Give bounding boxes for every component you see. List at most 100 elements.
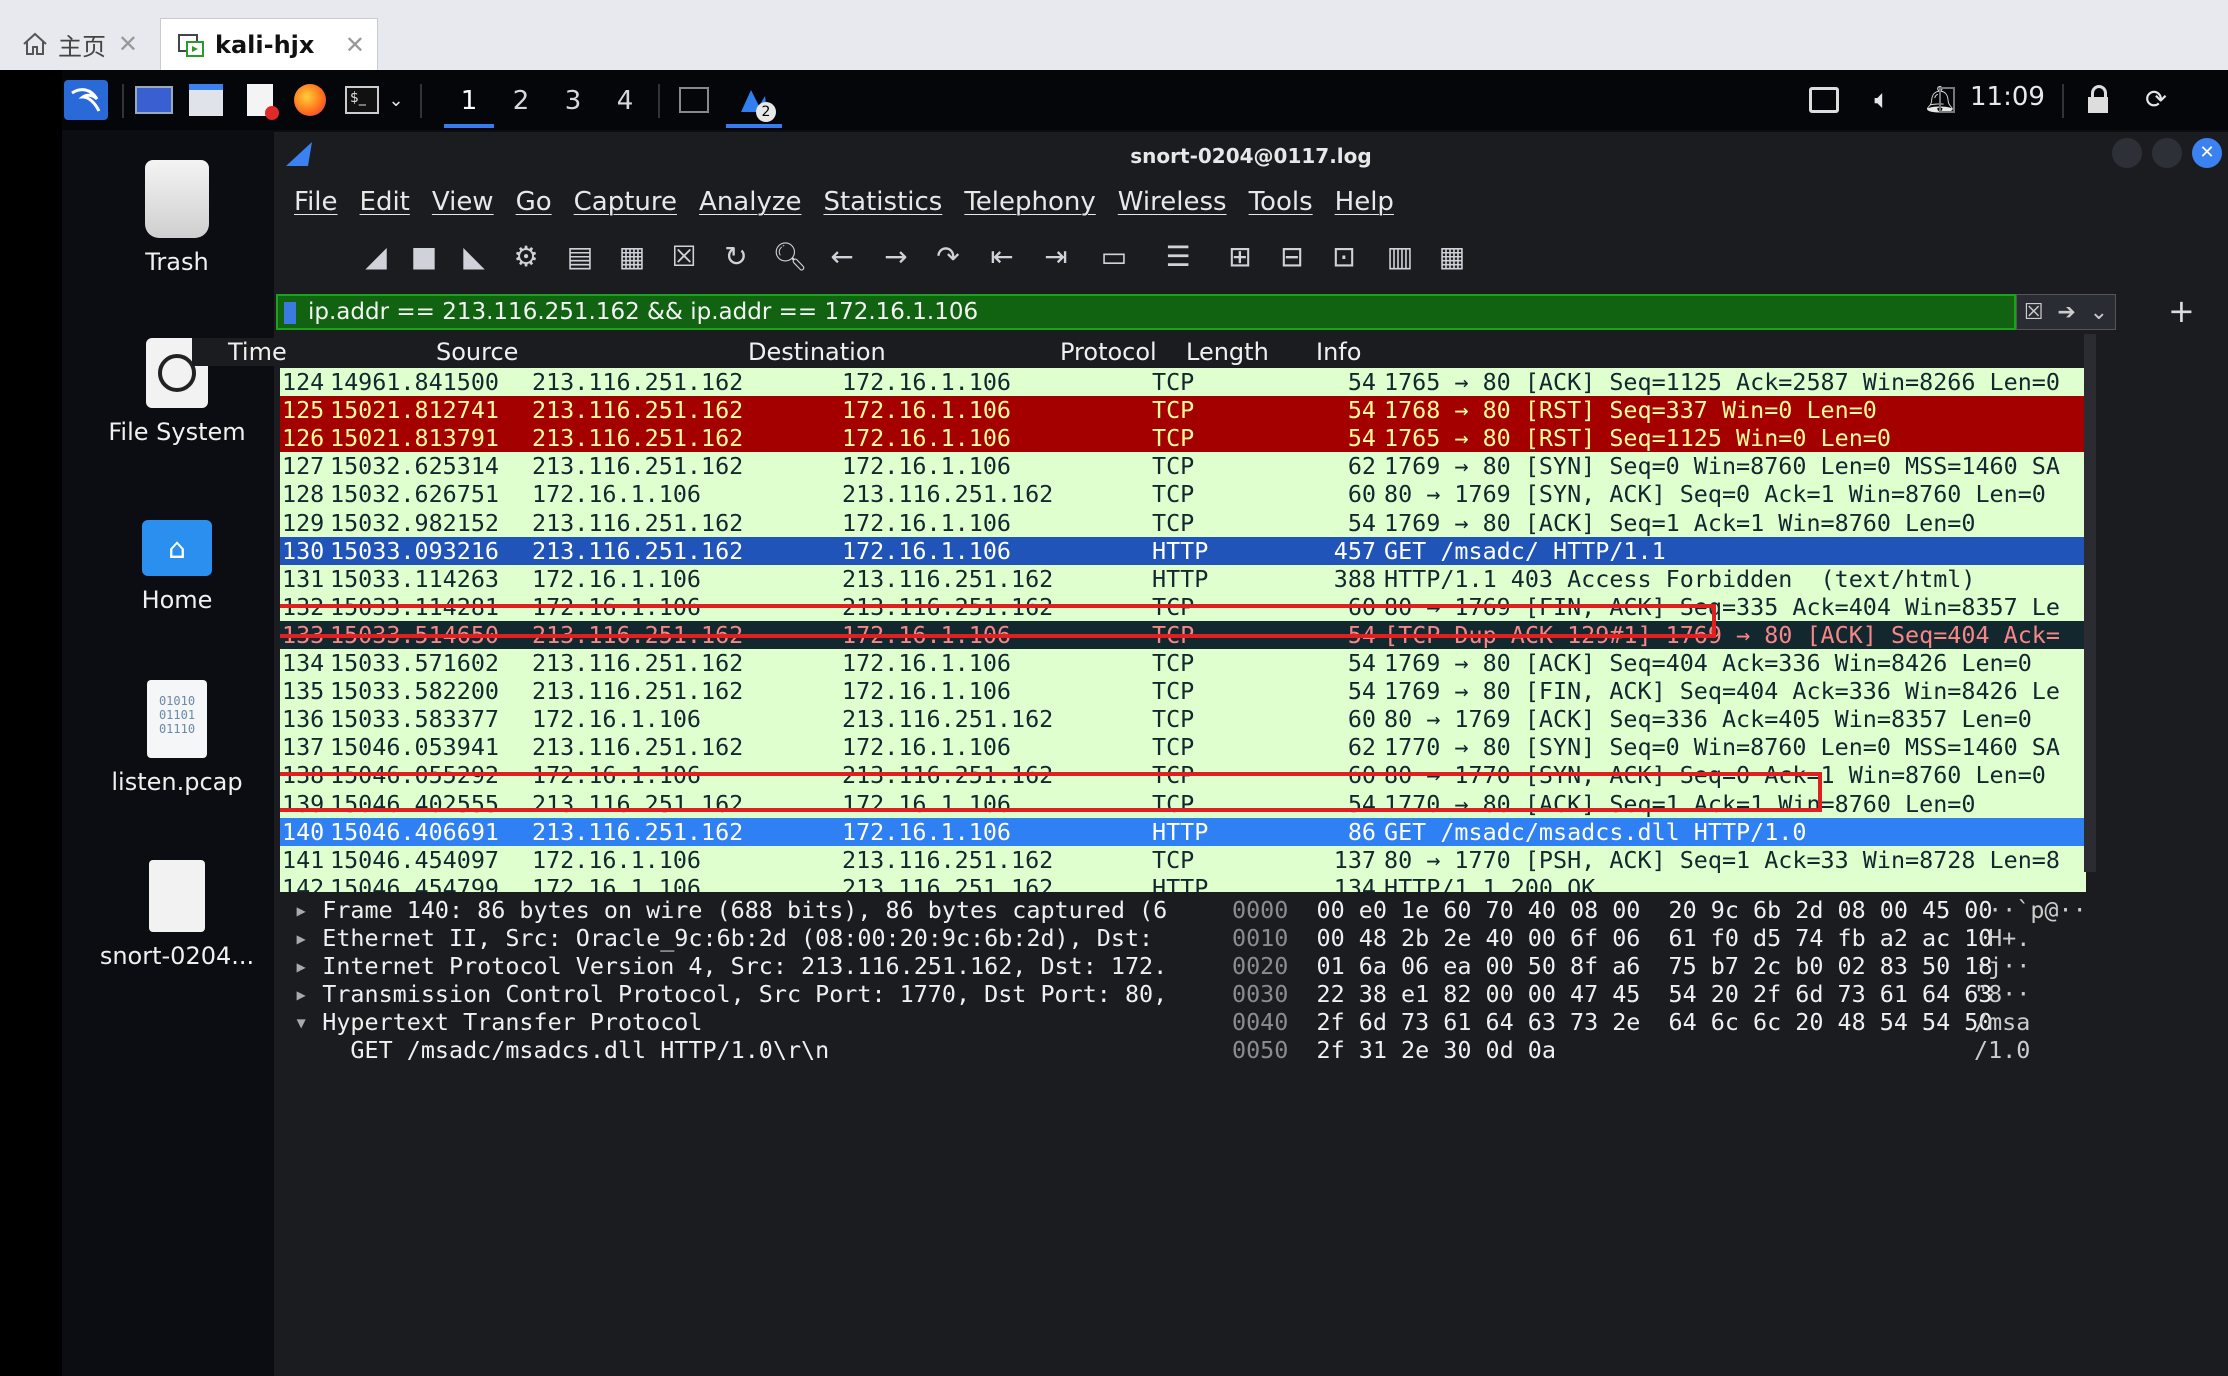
packet-row[interactable]: 126 15021.813791 213.116.251.162 172.16.1.1… [280,424,2086,453]
minimize-button[interactable] [2112,138,2142,168]
workspace-1[interactable]: 1 [444,78,494,128]
packet-list[interactable]: 124 14961.841500 213.116.251.162 172.16.1.1… [280,368,2086,892]
menu-edit[interactable]: Edit [360,187,410,217]
desktop-icon-trash[interactable]: Trash [92,160,262,276]
workspace-4[interactable]: 4 [600,78,650,124]
chevron-down-icon[interactable]: ⌄ [384,80,408,120]
last-packet-icon[interactable]: ⇥ [1034,234,1078,278]
desktop-icon-snort-log[interactable]: snort-0204... [92,860,262,970]
wireshark-task-icon[interactable]: 2 [726,78,782,128]
auto-scroll-icon[interactable]: ▭ [1092,234,1136,278]
packet-row[interactable]: 135 15033.582200 213.116.251.162 172.16.1.1… [280,677,2086,705]
menu-wireless[interactable]: Wireless [1118,187,1227,217]
clear-filter-icon[interactable]: ☒ [2024,300,2044,325]
chevron-down-icon[interactable]: ▾ [280,1008,322,1036]
kali-menu-icon[interactable] [64,80,108,120]
bytes-ascii[interactable]: /1.0 [1974,1036,2030,1064]
column-protocol[interactable]: Protocol [1060,338,1157,366]
first-packet-icon[interactable]: ⇤ [980,234,1024,278]
desktop-icon[interactable] [134,80,174,120]
chevron-down-icon[interactable]: ⌄ [2090,300,2108,325]
close-icon[interactable]: ✕ [345,31,365,59]
detail-row[interactable]: ▾ Hypertext Transfer Protocol [280,1008,702,1036]
menu-go[interactable]: Go [516,187,552,217]
bytes-hex[interactable]: 00 48 2b 2e 40 00 6f 06 61 f0 d5 74 fb a… [1317,924,1993,952]
chevron-right-icon[interactable]: ▸ [280,896,322,924]
workspace-2[interactable]: 2 [496,78,546,124]
bytes-ascii[interactable]: ···`p@·· [1974,896,2087,924]
capture-options-icon[interactable]: ⚙ [504,234,548,278]
menu-statistics[interactable]: Statistics [823,187,942,217]
detail-row[interactable]: ▸ Ethernet II, Src: Oracle_9c:6b:2d (08:… [280,924,1167,952]
workspace-3[interactable]: 3 [548,78,598,124]
lock-icon[interactable] [2078,80,2118,120]
normal-size-icon[interactable]: ⊡ [1322,234,1366,278]
bytes-hex[interactable]: 01 6a 06 ea 00 50 8f a6 75 b7 2c b0 02 8… [1317,952,1993,980]
packet-row[interactable]: 134 15033.571602 213.116.251.162 172.16.1.1… [280,649,2086,677]
close-button[interactable]: ✕ [2192,138,2222,168]
packet-row[interactable]: 136 15033.583377 172.16.1.106 213.116.251.1… [280,705,2086,733]
window-list-icon[interactable] [674,80,714,120]
bookmark-icon[interactable] [284,302,296,324]
bytes-ascii[interactable]: /msa [1974,1008,2030,1036]
vm-tab-home[interactable]: 主页 ✕ [6,18,150,70]
menu-tools[interactable]: Tools [1249,187,1313,217]
packet-row[interactable]: 128 15032.626751 172.16.1.106 213.116.251.1… [280,480,2086,508]
packet-row[interactable]: 130 15033.093216 213.116.251.162 172.16.1.1… [280,536,2086,565]
packet-row[interactable]: 142 15046.454799 172.16.1.106 213.116.251.1… [280,874,2086,892]
display-filter-input[interactable]: ip.addr == 213.116.251.162 && ip.addr ==… [276,294,2016,330]
open-file-icon[interactable]: ▤ [558,234,602,278]
detail-row[interactable]: GET /msadc/msadcs.dll HTTP/1.0\r\n [280,1036,829,1064]
bytes-ascii[interactable]: ·j·· [1974,952,2030,980]
packet-row[interactable]: 140 15046.406691 213.116.251.162 172.16.1.1… [280,817,2086,846]
stop-capture-icon[interactable]: ■ [402,234,446,278]
packet-row[interactable]: 137 15046.053941 213.116.251.162 172.16.1.1… [280,733,2086,761]
column-time[interactable]: Time [228,338,287,366]
chevron-right-icon[interactable] [280,1036,322,1064]
go-forward-icon[interactable]: → [874,234,918,278]
menu-analyze[interactable]: Analyze [699,187,801,217]
desktop-icon-listen-pcap[interactable]: 01010 01101 01110 listen.pcap [92,680,262,796]
chevron-right-icon[interactable]: ▸ [280,980,322,1008]
packet-list-scrollbar[interactable] [2084,334,2096,872]
packet-row[interactable]: 127 15032.625314 213.116.251.162 172.16.1.1… [280,452,2086,480]
find-packet-icon[interactable]: 🔍︎ [768,234,812,278]
packet-row[interactable]: 124 14961.841500 213.116.251.162 172.16.1.1… [280,368,2086,396]
bytes-ascii[interactable]: "8·· [1974,980,2030,1008]
reload-file-icon[interactable]: ↻ [714,234,758,278]
bytes-hex[interactable]: 00 e0 1e 60 70 40 08 00 20 9c 6b 2d 08 0… [1317,896,1993,924]
menu-file[interactable]: File [294,187,338,217]
column-length[interactable]: Length [1186,338,1269,366]
logout-icon[interactable]: ⟳ [2136,80,2176,120]
colorize-icon[interactable]: ☰ [1156,234,1200,278]
file-manager-icon[interactable] [186,80,226,120]
go-to-packet-icon[interactable]: ↷ [926,234,970,278]
terminal-icon[interactable]: $_ [342,80,382,120]
layout-icon[interactable]: ▦ [1430,234,1474,278]
zoom-out-icon[interactable]: ⊟ [1270,234,1314,278]
display-icon[interactable] [1804,80,1844,120]
menu-help[interactable]: Help [1335,187,1394,217]
packet-row[interactable]: 125 15021.812741 213.116.251.162 172.16.1.1… [280,396,2086,425]
bytes-ascii[interactable]: ·H+. [1974,924,2030,952]
resize-columns-icon[interactable]: ▥ [1378,234,1422,278]
packet-row[interactable]: 129 15032.982152 213.116.251.162 172.16.1.1… [280,509,2086,537]
menu-telephony[interactable]: Telephony [964,187,1095,217]
detail-row[interactable]: ▸ Internet Protocol Version 4, Src: 213.… [280,952,1167,980]
bytes-hex[interactable]: 2f 6d 73 61 64 63 73 2e 64 6c 6c 20 48 5… [1317,1008,1993,1036]
column-destination[interactable]: Destination [748,338,886,366]
packet-row[interactable]: 131 15033.114263 172.16.1.106 213.116.251.1… [280,565,2086,593]
clock[interactable]: 11:09 [1970,82,2045,112]
menu-capture[interactable]: Capture [574,187,677,217]
save-file-icon[interactable]: ▦ [610,234,654,278]
text-editor-icon[interactable] [240,80,280,120]
column-source[interactable]: Source [436,338,518,366]
restart-capture-icon[interactable]: ◣ [452,234,496,278]
add-filter-button[interactable]: + [2168,292,2195,330]
detail-row[interactable]: ▸ Transmission Control Protocol, Src Por… [280,980,1167,1008]
desktop-icon-home[interactable]: ⌂ Home [92,520,262,614]
chevron-right-icon[interactable]: ▸ [280,924,322,952]
start-capture-icon[interactable]: ◢ [354,234,398,278]
go-back-icon[interactable]: ← [820,234,864,278]
apply-filter-icon[interactable]: ➔ [2057,300,2075,325]
